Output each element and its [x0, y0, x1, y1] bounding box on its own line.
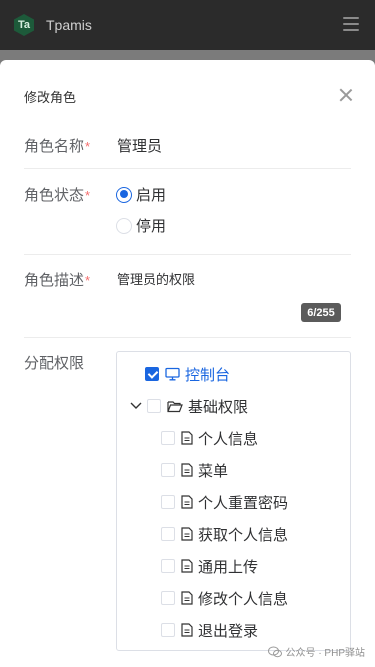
dialog-title: 修改角色 — [24, 90, 77, 105]
role-status-label: 角色状态* — [24, 187, 91, 204]
checkbox-icon[interactable] — [161, 559, 175, 573]
required-mark: * — [85, 139, 91, 154]
role-desc-label: 角色描述* — [24, 272, 91, 289]
dialog-header: 修改角色 — [0, 60, 375, 132]
app-logo: Ta — [12, 13, 36, 37]
chevron-down-icon[interactable] — [129, 399, 143, 413]
document-icon — [181, 559, 193, 573]
tree-node-child[interactable]: 获取个人信息 — [161, 524, 288, 544]
tree-node-child[interactable]: 个人信息 — [161, 428, 258, 448]
document-icon — [181, 527, 193, 541]
folder-open-icon — [167, 400, 183, 413]
permission-tree: 控制台 基础权限 个人信息 菜单 个人重置密码 获取个人信息 通用上传 修改个人… — [116, 351, 351, 651]
divider — [24, 337, 351, 338]
char-counter: 6/255 — [301, 303, 341, 322]
checkbox-icon[interactable] — [161, 463, 175, 477]
document-icon — [181, 431, 193, 445]
role-name-input[interactable]: 管理员 — [117, 135, 162, 156]
watermark: 公众号 · PHP驿站 — [267, 644, 365, 659]
checkbox-icon[interactable] — [161, 431, 175, 445]
role-name-label: 角色名称* — [24, 138, 91, 155]
divider — [24, 254, 351, 255]
status-radio-disabled[interactable]: 停用 — [116, 215, 166, 236]
tree-node-basic-permissions[interactable]: 基础权限 — [129, 396, 248, 416]
document-icon — [181, 623, 193, 637]
tree-node-child[interactable]: 退出登录 — [161, 620, 258, 640]
tree-node-child[interactable]: 通用上传 — [161, 556, 258, 576]
divider — [24, 168, 351, 169]
permissions-label: 分配权限 — [24, 355, 85, 372]
app-header: Ta Tpamis — [0, 0, 375, 50]
document-icon — [181, 591, 193, 605]
required-mark: * — [85, 273, 91, 288]
logo-text: Ta — [17, 19, 31, 31]
close-icon[interactable] — [339, 88, 353, 102]
radio-checked-icon — [116, 186, 132, 203]
checkbox-checked-icon[interactable] — [145, 367, 159, 381]
tree-node-child[interactable]: 修改个人信息 — [161, 588, 288, 608]
checkbox-icon[interactable] — [161, 591, 175, 605]
document-icon — [181, 495, 193, 509]
edit-role-dialog: 修改角色 角色名称* 管理员 角色状态* 启用 停用 角色描述* 管理员的权限 … — [0, 60, 375, 667]
checkbox-icon[interactable] — [147, 399, 161, 413]
wechat-icon — [267, 646, 282, 658]
checkbox-icon[interactable] — [161, 623, 175, 637]
document-icon — [181, 463, 193, 477]
radio-unchecked-icon — [116, 217, 132, 234]
required-mark: * — [85, 188, 91, 203]
tree-node-child[interactable]: 个人重置密码 — [161, 492, 288, 512]
app-title: Tpamis — [46, 17, 92, 33]
hamburger-menu-icon[interactable] — [343, 17, 359, 31]
checkbox-icon[interactable] — [161, 527, 175, 541]
tree-node-child[interactable]: 菜单 — [161, 460, 228, 480]
status-radio-enabled[interactable]: 启用 — [116, 184, 166, 205]
monitor-icon — [165, 367, 180, 381]
role-desc-textarea[interactable]: 管理员的权限 — [117, 269, 195, 288]
checkbox-icon[interactable] — [161, 495, 175, 509]
tree-node-console[interactable]: 控制台 — [145, 364, 230, 384]
